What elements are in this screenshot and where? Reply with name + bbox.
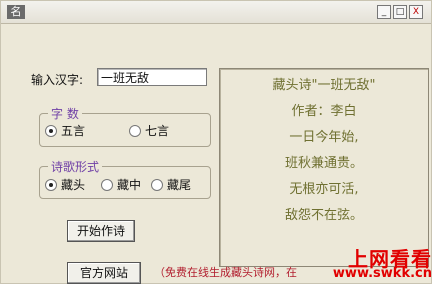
radio-indicator bbox=[101, 178, 113, 191]
radio-indicator bbox=[129, 124, 141, 137]
minimize-button[interactable]: _ bbox=[377, 5, 391, 19]
radio-five-character-label: 五言 bbox=[61, 124, 86, 138]
radio-seven-character[interactable]: 七言 bbox=[129, 122, 169, 139]
maximize-button[interactable]: □ bbox=[393, 5, 407, 19]
radio-head-style-label: 藏头 bbox=[61, 178, 86, 192]
radio-selected-indicator bbox=[45, 124, 57, 137]
generate-poem-button[interactable]: 开始作诗 bbox=[67, 220, 135, 242]
poem-style-group-title: 诗歌形式 bbox=[48, 158, 103, 175]
app-icon: 名 bbox=[7, 5, 25, 19]
radio-middle-style-label: 藏中 bbox=[117, 178, 142, 192]
watermark-url: www.swkk.cn bbox=[332, 266, 432, 281]
radio-middle-style[interactable]: 藏中 bbox=[101, 176, 141, 193]
font-size-group-title: 字 数 bbox=[48, 105, 82, 122]
radio-five-character[interactable]: 五言 bbox=[45, 122, 85, 139]
website-note: （免费在线生成藏头诗网，在 bbox=[154, 266, 297, 279]
radio-selected-indicator bbox=[45, 178, 57, 191]
radio-indicator bbox=[151, 178, 163, 191]
title-bar-controls: _ □ X bbox=[377, 5, 423, 19]
poem-line: 敌怨不在弦。 bbox=[284, 208, 363, 223]
official-website-button[interactable]: 官方网站 bbox=[67, 262, 141, 284]
poem-line: 无根亦可活, bbox=[289, 182, 359, 197]
site-watermark: 上网看看 www.swkk.cn bbox=[310, 243, 432, 283]
poem-output-panel: 藏头诗"一班无敌" 作者：李白 一日今年始, 班秋兼通贵。 无根亦可活, 敌怨不… bbox=[219, 68, 429, 267]
title-bar: 名 _ □ X bbox=[1, 1, 431, 24]
radio-head-style[interactable]: 藏头 bbox=[45, 176, 85, 193]
close-button[interactable]: X bbox=[409, 5, 423, 19]
chinese-input[interactable]: 一班无敌 bbox=[97, 68, 207, 86]
poem-author: 作者：李白 bbox=[291, 104, 357, 119]
radio-tail-style[interactable]: 藏尾 bbox=[151, 176, 191, 193]
app-window: 名 _ □ X 输入汉字: 一班无敌 字 数 五言 七言 诗歌形式 藏头 藏中 … bbox=[0, 0, 432, 284]
radio-seven-character-label: 七言 bbox=[145, 124, 170, 138]
poem-line: 一日今年始, bbox=[289, 130, 359, 145]
radio-tail-style-label: 藏尾 bbox=[167, 178, 192, 192]
poem-line: 班秋兼通贵。 bbox=[284, 156, 363, 171]
chinese-input-label: 输入汉字: bbox=[31, 73, 84, 87]
poem-title: 藏头诗"一班无敌" bbox=[272, 78, 376, 93]
